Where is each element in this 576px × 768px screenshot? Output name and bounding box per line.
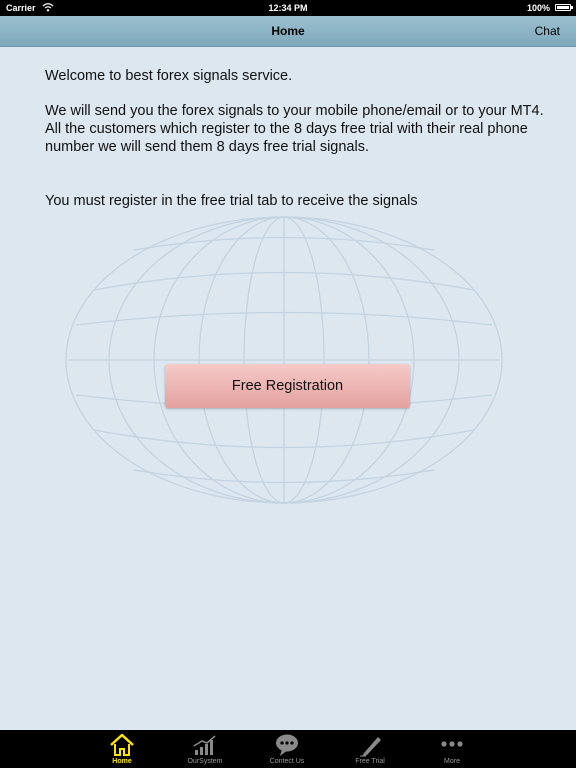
tab-more[interactable]: More bbox=[412, 730, 492, 768]
more-dots-icon bbox=[441, 741, 463, 747]
tab-home[interactable]: Home bbox=[82, 730, 162, 768]
tab-home-label: Home bbox=[112, 758, 132, 765]
home-icon bbox=[110, 733, 134, 756]
welcome-text: Welcome to best forex signals service. bbox=[45, 68, 293, 84]
chat-button[interactable]: Chat bbox=[535, 24, 560, 38]
register-notice-text: You must register in the free trial tab … bbox=[45, 193, 418, 209]
tab-more-label: More bbox=[444, 758, 460, 765]
clock: 12:34 PM bbox=[268, 3, 308, 13]
tab-free-trial-label: Free Trial bbox=[355, 758, 385, 765]
battery-icon bbox=[555, 4, 573, 11]
page-title: Home bbox=[271, 24, 305, 38]
tab-contact-us-label: Contect Us bbox=[269, 758, 305, 765]
tab-contact-us[interactable]: Contect Us bbox=[247, 730, 327, 768]
navigation-bar: Home Chat bbox=[0, 16, 576, 47]
tab-free-trial[interactable]: Free Trial bbox=[330, 730, 410, 768]
battery-percentage: 100% bbox=[526, 3, 550, 13]
status-bar: Carrier 12:34 PM 100% bbox=[0, 0, 576, 16]
bar-chart-icon bbox=[193, 735, 216, 755]
tab-bar: Home OurSystem Contect Us Free Trial Mor… bbox=[0, 730, 576, 768]
tab-oursystem-label: OurSystem bbox=[187, 758, 223, 765]
description-text: We will send you the forex signals to yo… bbox=[45, 103, 544, 155]
chat-bubble-icon bbox=[276, 734, 298, 756]
tab-oursystem[interactable]: OurSystem bbox=[165, 730, 245, 768]
main-content: Welcome to best forex signals service. W… bbox=[0, 47, 576, 730]
free-registration-button[interactable]: Free Registration bbox=[165, 364, 410, 408]
pen-icon bbox=[360, 737, 381, 757]
globe-watermark-icon bbox=[65, 216, 503, 504]
